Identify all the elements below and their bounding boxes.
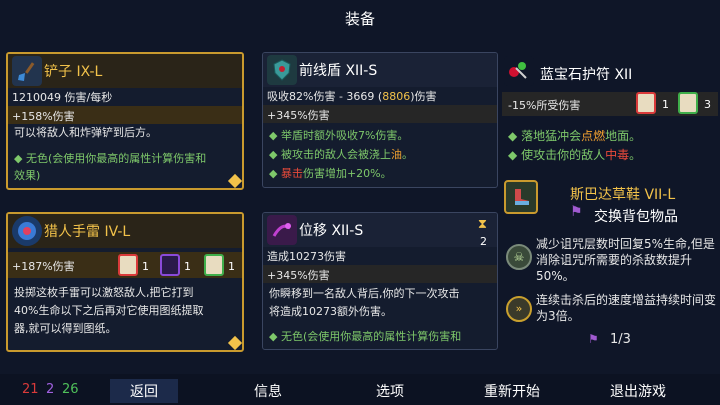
- item-description: 可以将敌人和炸弹铲到后方。: [14, 126, 157, 139]
- shovel-icon: [12, 56, 42, 86]
- grenade-icon: [12, 216, 42, 246]
- item-name: 前线盾 XII-S: [299, 63, 378, 79]
- page-indicator-icon: ⚑: [588, 332, 599, 346]
- item-description: 你瞬移到一名敌人背后,你的下一次攻击: [269, 287, 460, 300]
- brutality-count: 21: [22, 382, 39, 397]
- item-affix: 落地猛冲会: [521, 129, 582, 143]
- swap-backpack-button[interactable]: 交换背包物品: [594, 206, 678, 226]
- quit-button[interactable]: 退出游戏: [610, 381, 666, 401]
- info-button[interactable]: 信息: [254, 381, 282, 401]
- restart-button[interactable]: 重新开始: [484, 381, 540, 401]
- item-description: 投掷这枚手雷可以激怒敌人,把它打到: [14, 286, 194, 299]
- outfit-name: 斯巴达草鞋 VII-L: [570, 187, 676, 203]
- item-damage-bonus: +345%伤害: [267, 269, 330, 282]
- boots-icon: [504, 180, 538, 214]
- displace-icon: [267, 215, 297, 245]
- charges-count: 2: [480, 235, 487, 248]
- page-title: 装备: [344, 10, 375, 28]
- item-dps: 1210049 伤害/每秒: [12, 91, 113, 104]
- item-affix: 无色(会使用你最高的属性计算伤害和: [280, 330, 462, 343]
- legendary-gem-icon: [227, 335, 242, 350]
- survival-scroll-icon: [678, 92, 698, 114]
- tactics-count: 2: [46, 382, 55, 397]
- swap-icon[interactable]: ⚑: [570, 204, 583, 220]
- item-name: 位移 XII-S: [299, 223, 364, 239]
- shield-icon: [267, 55, 297, 85]
- item-damage: 造成10273伤害: [267, 250, 346, 263]
- legendary-gem-icon: [227, 173, 242, 188]
- item-affix: 无色(会使用你最高的属性计算伤害和: [25, 152, 207, 165]
- footer-bar: 21 2 26 返回 信息 选项 重新开始 退出游戏: [0, 374, 720, 405]
- item-absorb: 吸收82%伤害 - 3669 (8806)伤害: [267, 90, 437, 103]
- page-indicator: 1/3: [610, 332, 631, 347]
- survival-scroll-icon: [204, 254, 224, 276]
- amulet-panel[interactable]: 蓝宝石护符 XII -15%所受伤害 1 3 ◆ 落地猛冲会点燃地面。 ◆ 使攻…: [502, 52, 718, 172]
- item-name: 猎人手雷 IV-L: [44, 224, 131, 240]
- outfit-effect-2: 连续击杀后的速度增益持续时间变为3倍。: [536, 293, 717, 323]
- brutality-scroll-icon: [636, 92, 656, 114]
- item-card-grenade[interactable]: 猎人手雷 IV-L +187%伤害 1 1 1 投掷这枚手雷可以激怒敌人,把它打…: [6, 212, 244, 352]
- item-resist: -15%所受伤害: [508, 99, 581, 112]
- back-button[interactable]: 返回: [110, 379, 178, 403]
- curse-skull-icon: ☠: [506, 244, 532, 270]
- item-card-shield[interactable]: 前线盾 XII-S 吸收82%伤害 - 3669 (8806)伤害 +345%伤…: [262, 52, 498, 188]
- item-card-displace[interactable]: 位移 XII-S ⧗ 2 造成10273伤害 +345%伤害 你瞬移到一名敌人背…: [262, 212, 498, 350]
- item-name: 蓝宝石护符 XII: [540, 67, 633, 83]
- options-button[interactable]: 选项: [376, 381, 404, 401]
- item-card-shovel[interactable]: 铲子 IX-L 1210049 伤害/每秒 +158%伤害 可以将敌人和炸弹铲到…: [6, 52, 244, 190]
- tactics-scroll-icon: [160, 254, 180, 276]
- outfit-panel[interactable]: 斯巴达草鞋 VII-L ⚑ 交换背包物品 ☠ 减少诅咒层数时回复5%生命,但是消…: [502, 178, 718, 350]
- item-affix: 举盾时额外吸收7%伤害。: [280, 129, 409, 142]
- item-damage-bonus: +158%伤害: [12, 110, 75, 123]
- bullet-icon: ◆: [14, 152, 23, 165]
- outfit-effect-1: 减少诅咒层数时回复5%生命,但是消除诅咒所需要的杀敌数提升50%。: [536, 237, 715, 283]
- item-affix-cont: 效果): [14, 169, 41, 182]
- amulet-icon: [504, 56, 534, 86]
- item-damage-bonus: +187%伤害: [12, 260, 75, 273]
- speed-chevron-icon: »: [506, 296, 532, 322]
- item-name: 铲子 IX-L: [44, 64, 103, 80]
- survival-count: 26: [62, 382, 79, 397]
- item-damage-bonus: +345%伤害: [267, 109, 330, 122]
- brutality-scroll-icon: [118, 254, 138, 276]
- hourglass-icon: ⧗: [477, 217, 487, 232]
